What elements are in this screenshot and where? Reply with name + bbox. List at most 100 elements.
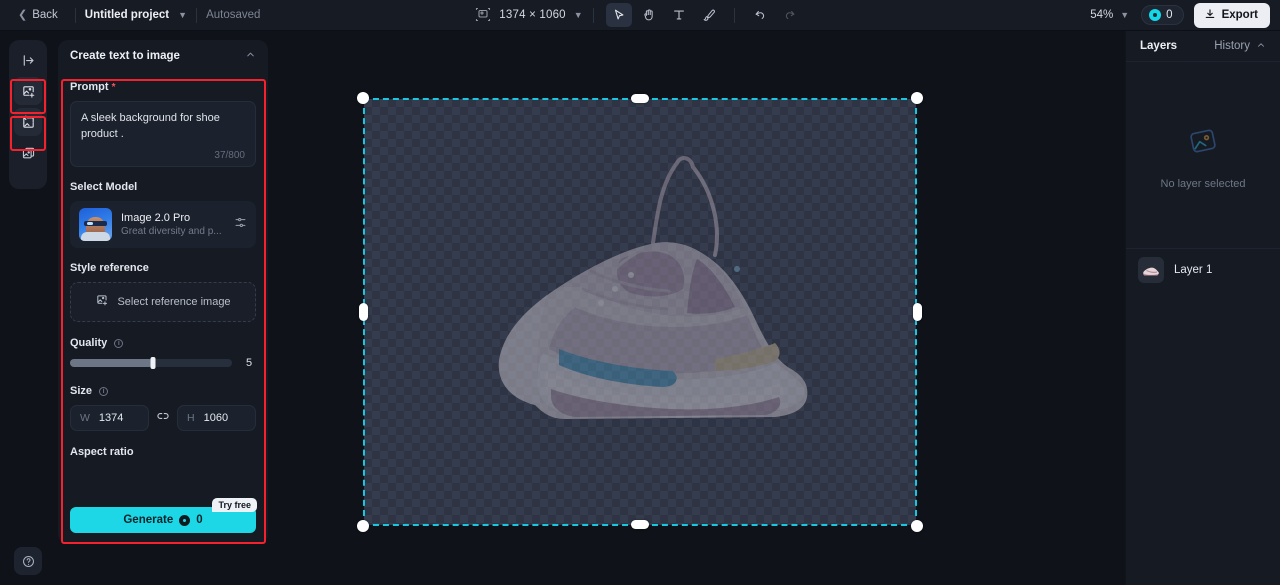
- selection-handle-bottom-center[interactable]: [631, 520, 649, 529]
- tab-history[interactable]: History: [1214, 40, 1266, 53]
- selection-handle-bottom-right[interactable]: [911, 520, 923, 532]
- download-icon: [1204, 8, 1216, 23]
- select-reference-image-button[interactable]: Select reference image: [70, 282, 256, 322]
- create-panel-body: Prompt * A sleek background for shoe pro…: [58, 81, 268, 458]
- canvas-area[interactable]: [277, 31, 1125, 585]
- prompt-input[interactable]: A sleek background for shoe product . 37…: [70, 101, 256, 167]
- chevron-down-icon[interactable]: ▼: [178, 10, 187, 20]
- collapse-panel-button[interactable]: [14, 46, 42, 74]
- selection-handle-middle-left[interactable]: [359, 303, 368, 321]
- select-reference-image-label: Select reference image: [117, 296, 231, 308]
- list-item[interactable]: Layer 1: [1126, 249, 1280, 291]
- selection-handle-top-left[interactable]: [357, 92, 369, 104]
- width-value: 1374: [98, 412, 124, 424]
- canvas-dimensions[interactable]: 1374 × 1060: [499, 9, 565, 21]
- layer-name: Layer 1: [1174, 264, 1213, 276]
- divider: [592, 7, 594, 23]
- back-button-label: Back: [32, 9, 58, 21]
- aspect-ratio-label: Aspect ratio: [70, 446, 134, 458]
- quality-label: Quality i: [70, 337, 256, 349]
- credits-badge[interactable]: 0: [1141, 5, 1184, 25]
- chevron-down-icon[interactable]: ▼: [574, 10, 583, 20]
- info-icon[interactable]: i: [99, 387, 109, 396]
- selection-handle-middle-right[interactable]: [913, 303, 922, 321]
- quality-slider-fill: [70, 359, 153, 367]
- chevron-up-icon[interactable]: [245, 47, 256, 65]
- project-name[interactable]: Untitled project: [85, 9, 169, 21]
- tab-layers[interactable]: Layers: [1140, 40, 1177, 52]
- chevron-up-icon: [1256, 40, 1266, 53]
- export-button[interactable]: Export: [1193, 2, 1270, 28]
- layers-stack-button[interactable]: [14, 139, 42, 167]
- brush-tool-button[interactable]: [696, 3, 722, 27]
- canvas-size-icon: [475, 7, 491, 23]
- generate-button[interactable]: Generate 0 Try free: [70, 498, 257, 533]
- layers-panel: Layers History No layer selected Layer 1: [1125, 31, 1280, 585]
- undo-button[interactable]: [747, 3, 773, 27]
- height-input[interactable]: H 1060: [177, 405, 256, 431]
- layers-panel-header: Layers History: [1126, 31, 1280, 62]
- chevron-down-icon[interactable]: ▼: [1120, 10, 1129, 20]
- autosave-status: Autosaved: [206, 9, 261, 21]
- width-input[interactable]: W 1374: [70, 405, 149, 431]
- add-image-icon: [95, 293, 109, 312]
- try-free-badge: Try free: [212, 498, 257, 512]
- layer-thumbnail: [1138, 257, 1164, 283]
- chevron-left-icon: ❮: [18, 8, 28, 21]
- generate-button-label: Generate: [123, 514, 174, 526]
- selection-handle-top-center[interactable]: [631, 94, 649, 103]
- model-info: Image 2.0 Pro Great diversity and p...: [121, 211, 225, 238]
- export-button-label: Export: [1221, 9, 1258, 21]
- shoe-image[interactable]: [364, 99, 916, 525]
- prompt-value: A sleek background for shoe product .: [81, 112, 220, 140]
- quality-slider-thumb[interactable]: [150, 357, 156, 369]
- info-icon[interactable]: i: [114, 339, 124, 348]
- quality-value: 5: [245, 357, 253, 369]
- toolbar-left-group: ❮ Back Untitled project ▼ Autosaved: [0, 0, 260, 30]
- model-name: Image 2.0 Pro: [121, 211, 191, 224]
- prompt-label-text: Prompt: [70, 81, 109, 93]
- model-avatar: [79, 208, 112, 241]
- create-panel-header[interactable]: Create text to image: [58, 40, 268, 71]
- top-toolbar: ❮ Back Untitled project ▼ Autosaved 1374…: [0, 0, 1280, 31]
- create-panel-title: Create text to image: [70, 49, 180, 62]
- image-to-image-button[interactable]: [14, 108, 42, 136]
- app-root: ❮ Back Untitled project ▼ Autosaved 1374…: [0, 0, 1280, 585]
- divider: [733, 7, 735, 23]
- size-label: Size i: [70, 385, 256, 397]
- toolbar-center-group: 1374 × 1060 ▼: [475, 0, 805, 30]
- size-fields: W 1374 H 1060: [70, 405, 256, 431]
- coin-icon: [179, 514, 191, 526]
- coin-icon: [1149, 9, 1162, 21]
- model-description: Great diversity and p...: [121, 226, 222, 238]
- broken-link-icon[interactable]: [156, 409, 170, 428]
- empty-state-text: No layer selected: [1160, 177, 1246, 190]
- zoom-level[interactable]: 54%: [1090, 9, 1113, 21]
- text-to-image-button[interactable]: [14, 77, 42, 105]
- divider: [196, 7, 198, 23]
- style-reference-label: Style reference: [70, 262, 149, 274]
- selection-handle-bottom-left[interactable]: [357, 520, 369, 532]
- model-selector[interactable]: Image 2.0 Pro Great diversity and p...: [70, 201, 256, 248]
- required-marker: *: [111, 82, 116, 93]
- height-value: 1060: [203, 412, 229, 424]
- text-tool-button[interactable]: [666, 3, 692, 27]
- divider: [74, 7, 76, 23]
- help-button[interactable]: [14, 547, 42, 575]
- artboard[interactable]: [364, 99, 916, 525]
- width-key: W: [80, 412, 90, 424]
- back-button[interactable]: ❮ Back: [10, 5, 66, 25]
- hand-tool-button[interactable]: [636, 3, 662, 27]
- generate-cost: 0: [196, 514, 203, 526]
- create-panel: Create text to image Prompt * A sleek ba…: [58, 40, 268, 544]
- sliders-icon[interactable]: [234, 216, 247, 234]
- layers-empty-state: No layer selected: [1126, 62, 1280, 248]
- selection-handle-top-right[interactable]: [911, 92, 923, 104]
- left-tool-rail: [9, 40, 47, 189]
- quality-slider[interactable]: [70, 357, 232, 369]
- select-tool-button[interactable]: [605, 3, 632, 27]
- credits-count: 0: [1166, 9, 1173, 21]
- redo-button[interactable]: [777, 3, 803, 27]
- generate-area: Generate 0 Try free: [70, 498, 257, 533]
- size-label-text: Size: [70, 385, 93, 397]
